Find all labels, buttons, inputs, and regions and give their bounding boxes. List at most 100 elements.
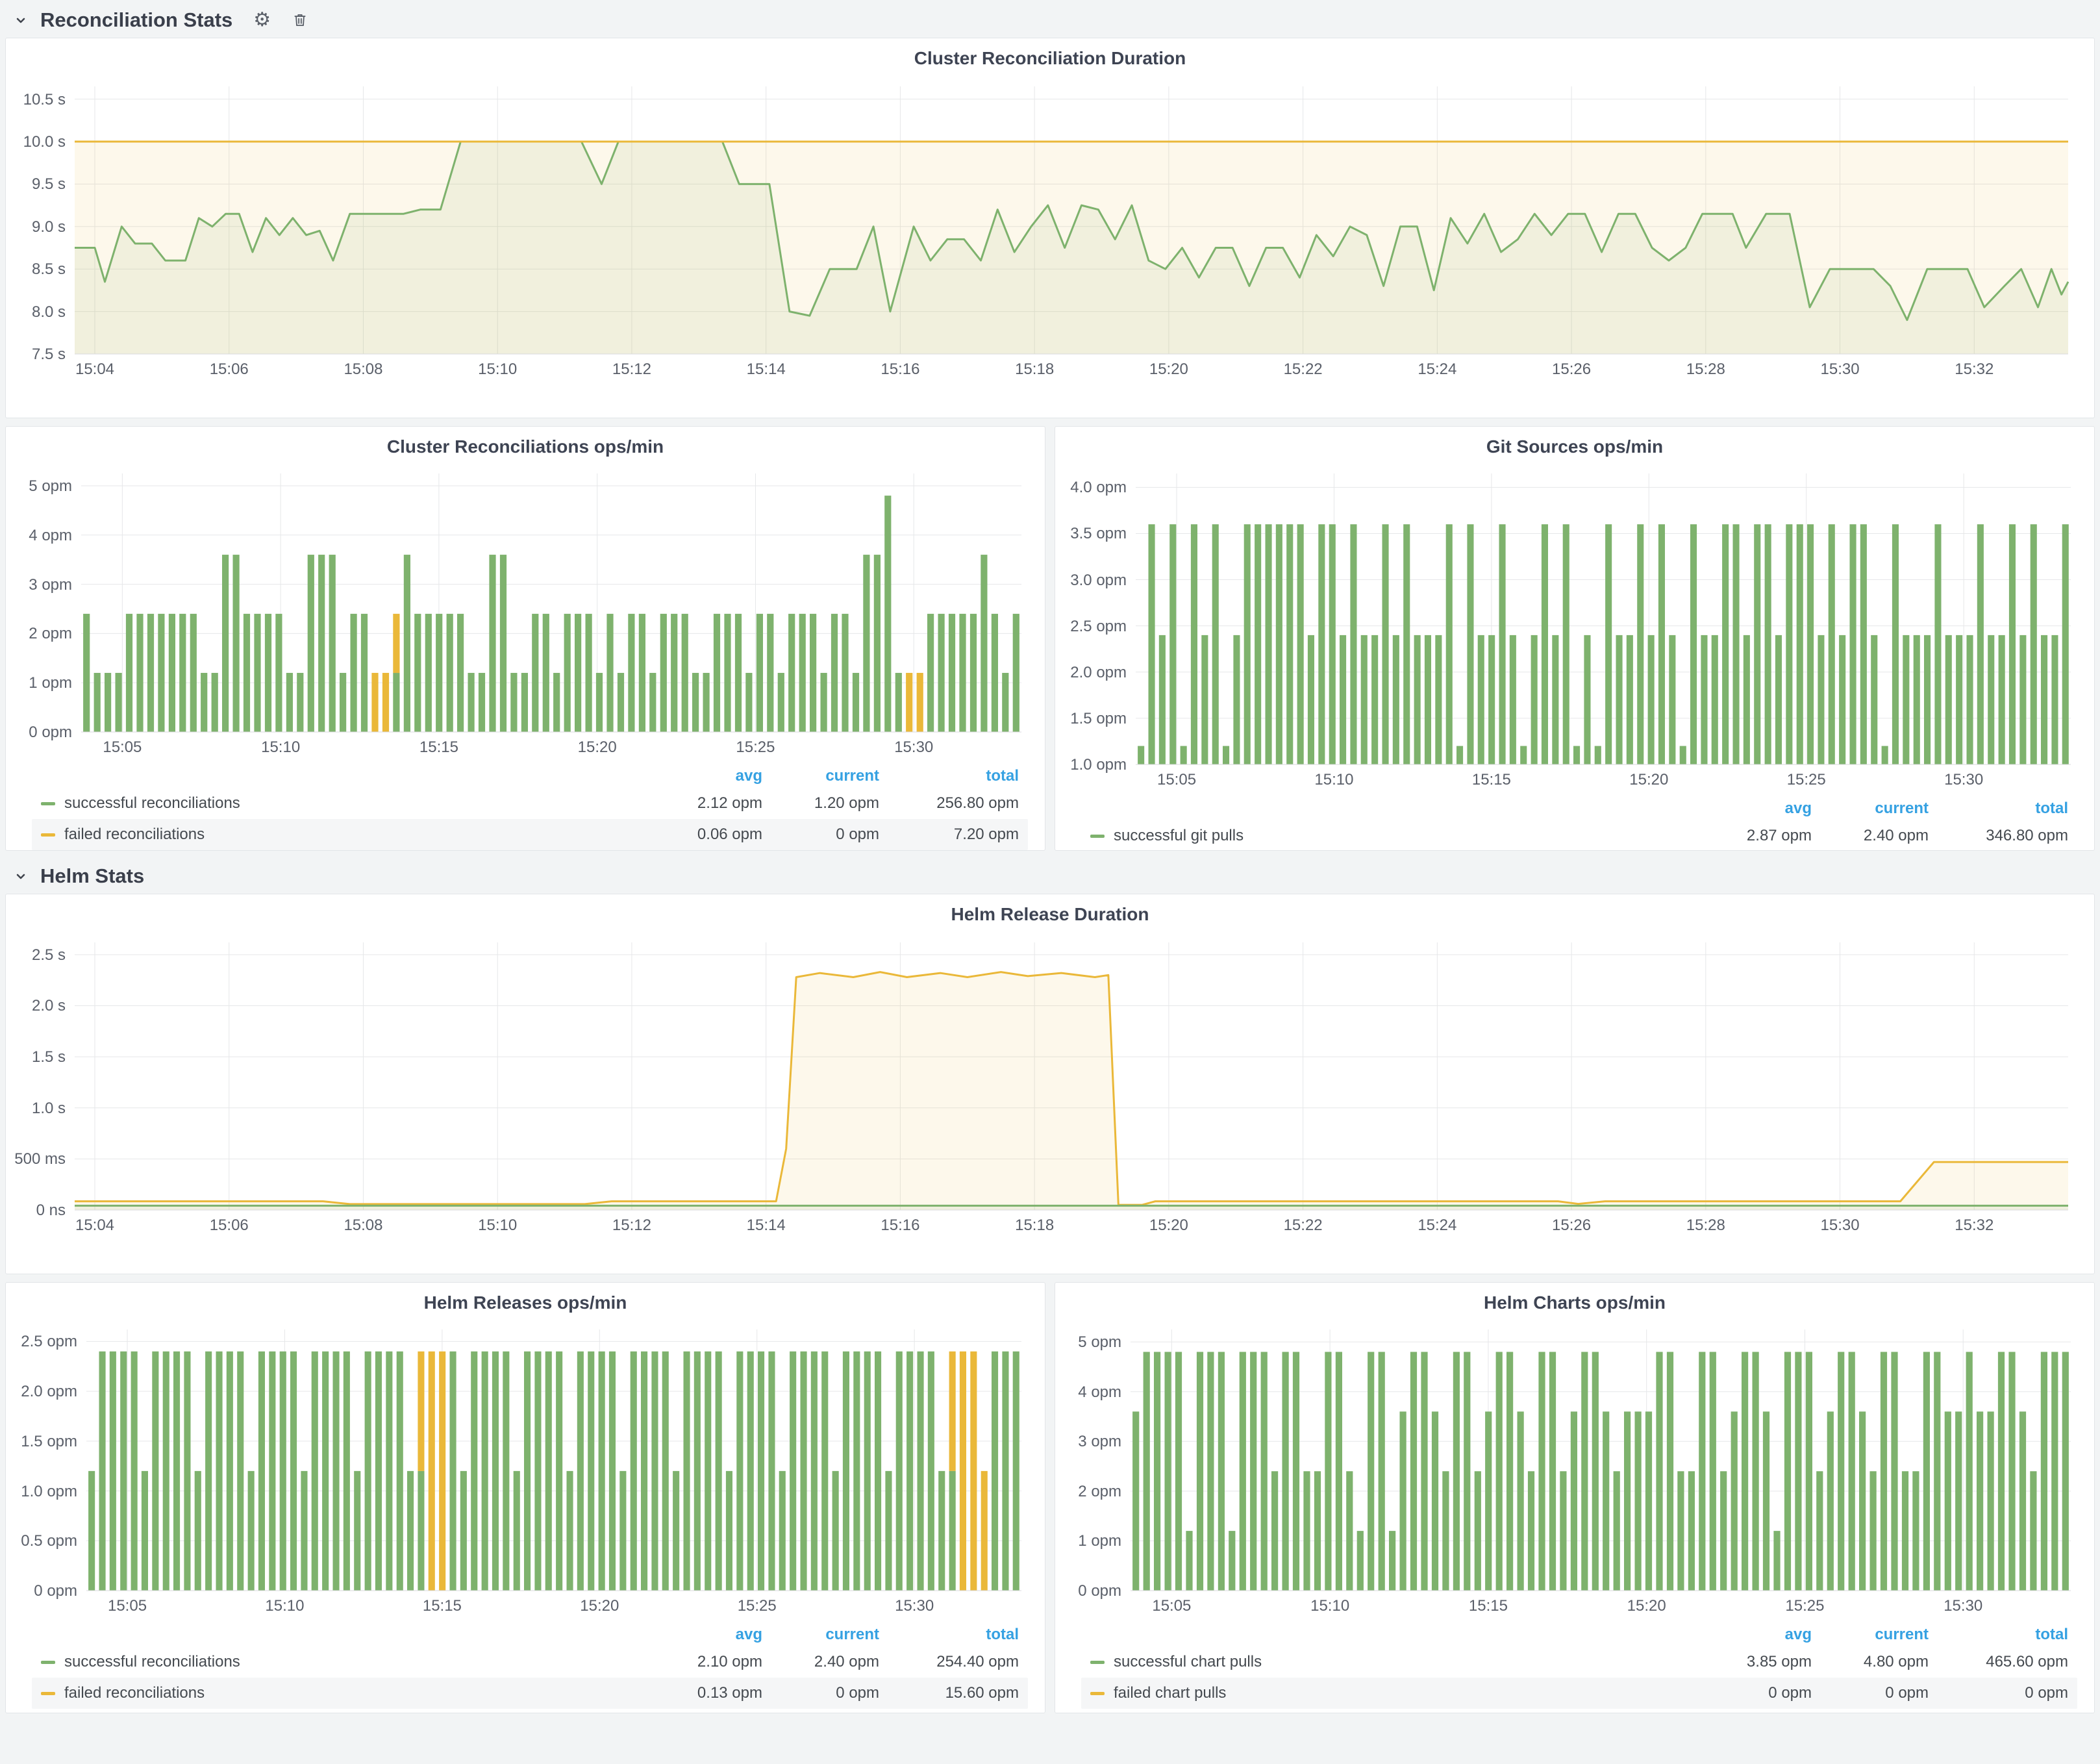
panel-title[interactable]: Cluster Reconciliation Duration: [6, 38, 2094, 76]
section-header-reconciliation-stats[interactable]: Reconciliation Stats ⚙: [5, 3, 2095, 38]
section-header-helm-stats[interactable]: Helm Stats: [5, 859, 2095, 894]
y-axis-tick: 3.0 opm: [1059, 572, 1127, 590]
x-axis-tick: 15:05: [1126, 1597, 1217, 1615]
y-axis-tick: 4 opm: [10, 527, 72, 545]
series-label[interactable]: successful chart pulls: [1114, 1653, 1695, 1671]
bar-chart[interactable]: 0 opm1 opm2 opm3 opm4 opm5 opm15:0515:10…: [1059, 1320, 2090, 1623]
y-axis-tick: 2.5 opm: [1059, 618, 1127, 636]
x-axis-tick: 15:20: [554, 1597, 645, 1615]
y-axis-tick: 2.5 opm: [10, 1333, 77, 1351]
y-axis-tick: 1.0 opm: [10, 1483, 77, 1501]
legend-col-current[interactable]: current: [762, 767, 879, 785]
x-axis-tick: 15:32: [1929, 360, 2019, 379]
legend-row: successful chart pulls 3.85 opm 4.80 opm…: [1081, 1646, 2077, 1678]
legend-col-current[interactable]: current: [762, 1626, 879, 1644]
legend-col-avg[interactable]: avg: [1695, 800, 1812, 818]
y-axis-tick: 1.0 opm: [1059, 756, 1127, 774]
x-axis-tick: 15:20: [1123, 1216, 1214, 1235]
y-axis-tick: 10.0 s: [10, 133, 66, 151]
series-avg: 0 opm: [1695, 1684, 1812, 1702]
y-axis-tick: 2.0 opm: [10, 1383, 77, 1401]
x-axis-tick: 15:05: [77, 738, 168, 757]
chevron-down-icon[interactable]: [13, 868, 29, 884]
series-total: 254.40 opm: [879, 1653, 1019, 1671]
x-axis-tick: 15:25: [712, 1597, 803, 1615]
bar-chart[interactable]: 0 opm0.5 opm1.0 opm1.5 opm2.0 opm2.5 opm…: [10, 1320, 1041, 1623]
panel-title[interactable]: Helm Charts ops/min: [1055, 1283, 2094, 1320]
x-axis-tick: 15:20: [1123, 360, 1214, 379]
y-axis-tick: 0 opm: [1059, 1582, 1121, 1600]
x-axis-tick: 15:08: [318, 360, 408, 379]
series-avg: 2.87 opm: [1695, 827, 1812, 845]
legend-row: failed reconciliations 0.06 opm 0 opm 7.…: [32, 819, 1028, 850]
series-label[interactable]: successful reconciliations: [64, 1653, 645, 1671]
series-total: 465.60 opm: [1929, 1653, 2068, 1671]
y-axis-tick: 2.0 s: [10, 997, 66, 1015]
x-axis-tick: 15:30: [1918, 771, 2009, 789]
series-label[interactable]: failed chart pulls: [1114, 1684, 1695, 1702]
x-axis-tick: 15:05: [82, 1597, 173, 1615]
section-title[interactable]: Helm Stats: [40, 864, 144, 888]
legend-col-avg[interactable]: avg: [645, 767, 762, 785]
y-axis-tick: 5 opm: [1059, 1333, 1121, 1352]
gear-icon[interactable]: ⚙: [253, 10, 271, 30]
panel-cluster-reconciliations: Cluster Reconciliations ops/min 0 opm1 o…: [5, 426, 1045, 851]
legend-col-current[interactable]: current: [1812, 800, 1929, 818]
y-axis-tick: 2.0 opm: [1059, 664, 1127, 682]
series-current: 2.40 opm: [1812, 827, 1929, 845]
legend-row: successful git pulls 2.87 opm 2.40 opm 3…: [1081, 820, 2077, 851]
time-series-chart[interactable]: 7.5 s8.0 s8.5 s9.0 s9.5 s10.0 s10.5 s15:…: [10, 76, 2090, 386]
series-current: 2.40 opm: [762, 1653, 879, 1671]
section-title[interactable]: Reconciliation Stats: [40, 8, 232, 32]
series-total: 256.80 opm: [879, 794, 1019, 813]
series-current: 0 opm: [762, 825, 879, 844]
legend-row: failed reconciliations 0.13 opm 0 opm 15…: [32, 1678, 1028, 1709]
panel-git-sources: Git Sources ops/min 1.0 opm1.5 opm2.0 op…: [1055, 426, 2095, 851]
series-current: 0 opm: [1812, 1684, 1929, 1702]
series-swatch: [1090, 835, 1105, 838]
x-axis-tick: 15:08: [318, 1216, 408, 1235]
x-axis-tick: 15:10: [452, 1216, 543, 1235]
series-label[interactable]: failed reconciliations: [64, 825, 645, 844]
panel-title[interactable]: Cluster Reconciliations ops/min: [6, 427, 1045, 464]
chevron-down-icon[interactable]: [13, 12, 29, 28]
x-axis-tick: 15:10: [1288, 771, 1379, 789]
panel-title[interactable]: Helm Release Duration: [6, 894, 2094, 932]
x-axis-tick: 15:06: [184, 1216, 275, 1235]
legend-row: successful reconciliations 2.12 opm 1.20…: [32, 788, 1028, 819]
series-label[interactable]: successful reconciliations: [64, 794, 645, 813]
panel-title[interactable]: Git Sources ops/min: [1055, 427, 2094, 464]
series-total: 0 opm: [1929, 1684, 2068, 1702]
x-axis-tick: 15:25: [710, 738, 801, 757]
legend-col-total[interactable]: total: [879, 767, 1019, 785]
y-axis-tick: 8.5 s: [10, 260, 66, 279]
y-axis-tick: 10.5 s: [10, 91, 66, 109]
x-axis-tick: 15:10: [1284, 1597, 1375, 1615]
time-series-chart[interactable]: 0 ns500 ms1.0 s1.5 s2.0 s2.5 s15:0415:06…: [10, 932, 2090, 1242]
legend-col-total[interactable]: total: [1929, 800, 2068, 818]
series-swatch: [41, 1661, 55, 1664]
legend-col-avg[interactable]: avg: [645, 1626, 762, 1644]
legend-col-current[interactable]: current: [1812, 1626, 1929, 1644]
x-axis-tick: 15:26: [1526, 360, 1617, 379]
x-axis-tick: 15:30: [869, 1597, 960, 1615]
series-total: 15.60 opm: [879, 1684, 1019, 1702]
x-axis-tick: 15:15: [397, 1597, 488, 1615]
legend-col-total[interactable]: total: [1929, 1626, 2068, 1644]
panel-helm-charts: Helm Charts ops/min 0 opm1 opm2 opm3 opm…: [1055, 1282, 2095, 1713]
x-axis-tick: 15:22: [1258, 360, 1349, 379]
y-axis-tick: 1.0 s: [10, 1100, 66, 1118]
bar-chart[interactable]: 1.0 opm1.5 opm2.0 opm2.5 opm3.0 opm3.5 o…: [1059, 464, 2090, 797]
legend: avg current total successful chart pulls…: [1055, 1623, 2094, 1709]
series-label[interactable]: successful git pulls: [1114, 827, 1695, 845]
legend-col-total[interactable]: total: [879, 1626, 1019, 1644]
y-axis-tick: 1.5 opm: [10, 1433, 77, 1451]
x-axis-tick: 15:10: [235, 738, 326, 757]
bar-chart[interactable]: 0 opm1 opm2 opm3 opm4 opm5 opm15:0515:10…: [10, 464, 1041, 764]
x-axis-tick: 15:04: [49, 360, 140, 379]
trash-icon[interactable]: [292, 12, 308, 29]
y-axis-tick: 0.5 opm: [10, 1532, 77, 1550]
legend-col-avg[interactable]: avg: [1695, 1626, 1812, 1644]
series-label[interactable]: failed reconciliations: [64, 1684, 645, 1702]
panel-title[interactable]: Helm Releases ops/min: [6, 1283, 1045, 1320]
